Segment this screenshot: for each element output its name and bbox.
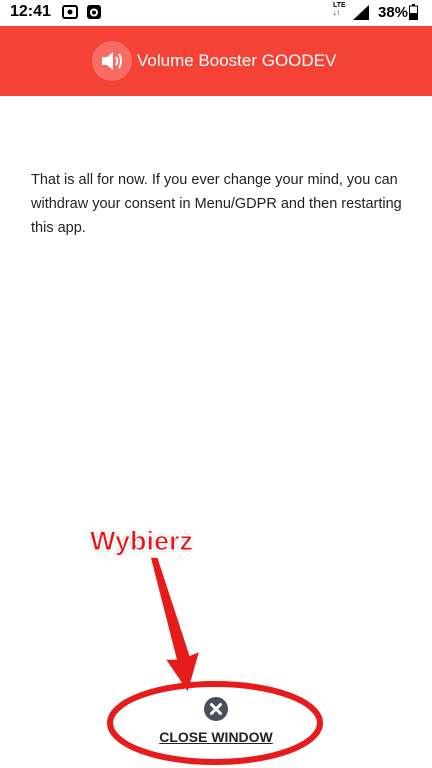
- status-bar: 12:41 LTE ↓↑ 38%: [0, 0, 432, 26]
- network-type-label: LTE ↓↑: [333, 2, 346, 17]
- app-notification-icon: [87, 5, 101, 19]
- app-bar: Volume Booster GOODEV: [0, 26, 432, 96]
- close-window-button[interactable]: CLOSE WINDOW: [150, 696, 282, 756]
- battery-percent: 38%: [378, 4, 409, 21]
- annotation-arrow: [149, 556, 202, 695]
- cast-icon: [62, 5, 78, 19]
- status-time: 12:41: [10, 3, 51, 20]
- close-circle-icon: [204, 697, 228, 721]
- consent-message: That is all for now. If you ever change …: [31, 172, 402, 236]
- annotation-label: Wybierz: [89, 526, 194, 557]
- speaker-icon: [92, 41, 132, 81]
- battery-icon: [409, 4, 418, 20]
- close-window-label: CLOSE WINDOW: [159, 729, 273, 745]
- signal-icon: [353, 5, 369, 20]
- app-title: Volume Booster GOODEV: [137, 51, 337, 70]
